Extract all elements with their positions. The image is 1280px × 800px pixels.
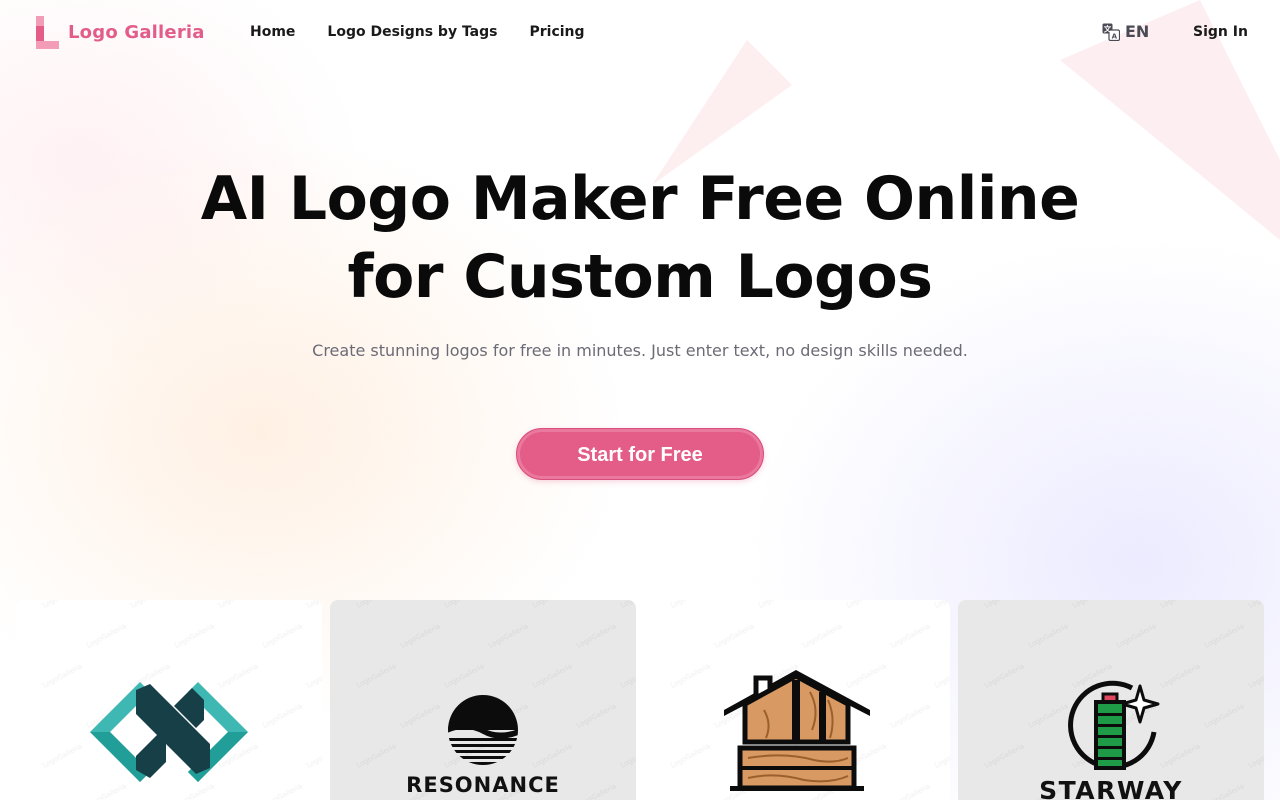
nav-item-pricing[interactable]: Pricing xyxy=(530,24,585,40)
svg-text:文: 文 xyxy=(1104,23,1112,33)
svg-text:A: A xyxy=(1112,32,1118,40)
logo-card[interactable]: LogoGalleria LogoGalleria LogoGalleria Logo… xyxy=(958,600,1264,800)
nav-item-logo-designs-by-tags[interactable]: Logo Designs by Tags xyxy=(327,24,497,40)
logo-card-name: STARWAY xyxy=(1039,776,1183,800)
sun-over-waves-icon xyxy=(448,695,518,765)
brand-logo-link[interactable]: Logo Galleria xyxy=(36,16,205,49)
language-selector[interactable]: 文 A EN xyxy=(1102,22,1149,41)
top-navigation-bar: Logo Galleria Home Logo Designs by Tags … xyxy=(0,0,1280,66)
language-code: EN xyxy=(1125,22,1150,41)
hero-title-line-2: for Custom Logos xyxy=(347,242,933,312)
teal-interlocking-n-icon xyxy=(90,682,248,782)
logo-card-name: RESONANCE xyxy=(406,773,560,797)
hero-title-line-1: AI Logo Maker Free Online xyxy=(200,164,1080,234)
brand-l-icon xyxy=(36,16,59,49)
logo-card[interactable]: LogoGalleria LogoGalleria LogoGalleria Logo… xyxy=(16,600,322,800)
wooden-house-icon xyxy=(724,670,870,791)
translate-icon: 文 A xyxy=(1102,23,1120,41)
nav-item-home[interactable]: Home xyxy=(250,24,295,40)
start-for-free-button[interactable]: Start for Free xyxy=(516,428,764,480)
battery-star-icon xyxy=(1068,680,1160,770)
logo-card[interactable]: LogoGalleria LogoGalleria LogoGalleria Logo… xyxy=(330,600,636,800)
hero-title: AI Logo Maker Free Online for Custom Log… xyxy=(140,160,1140,316)
hero-subtitle: Create stunning logos for free in minute… xyxy=(312,341,968,360)
brand-name: Logo Galleria xyxy=(68,22,205,43)
sign-in-link[interactable]: Sign In xyxy=(1193,24,1248,40)
logo-card[interactable]: LogoGalleria LogoGalleria LogoGalleria Logo… xyxy=(644,600,950,800)
main-nav: Home Logo Designs by Tags Pricing xyxy=(250,24,585,40)
